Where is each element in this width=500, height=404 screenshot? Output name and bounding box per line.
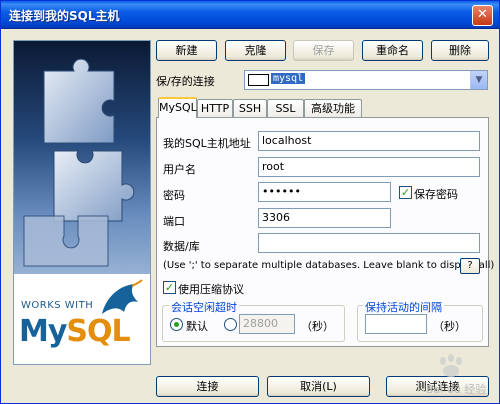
- saved-connection-value: mysql: [271, 73, 306, 84]
- host-label: 我的SQL主机地址: [163, 137, 251, 150]
- username-label: 用户名: [163, 163, 196, 176]
- mysql-logo: WORKS WITH MySQL: [14, 274, 150, 364]
- tab-http[interactable]: HTTP: [197, 99, 233, 118]
- tab-ssh[interactable]: SSH: [233, 99, 267, 118]
- keepalive-title: 保持活动的间隔: [363, 299, 444, 315]
- connection-dialog: 连接到我的SQL主机 ✕ WORKS WITH MySQL 新建 克隆 保存 重…: [0, 0, 500, 404]
- database-hint: (Use ';' to separate multiple databases.…: [163, 260, 495, 271]
- database-input[interactable]: [258, 233, 480, 253]
- puzzle-pieces-image: [23, 58, 135, 267]
- brand-sql: SQL: [66, 314, 130, 349]
- session-timeout-title: 会话空闲超时: [169, 299, 239, 315]
- color-swatch: [248, 74, 269, 86]
- save-button[interactable]: 保存: [293, 40, 354, 61]
- watermark-text: Bai du 经验: [426, 382, 486, 396]
- tab-mysql[interactable]: MySQL: [158, 97, 197, 118]
- compression-checkbox[interactable]: ✓: [163, 281, 176, 294]
- saved-connections-label: 保/存的连接: [156, 75, 215, 88]
- keepalive-unit: （秒）: [433, 320, 466, 333]
- cancel-button[interactable]: 取消(L): [267, 376, 370, 397]
- timeout-custom-input[interactable]: 28800: [239, 314, 295, 334]
- database-label: 数据/库: [163, 240, 200, 253]
- save-password-label: 保存密码: [414, 188, 458, 201]
- window-title: 连接到我的SQL主机: [9, 9, 120, 23]
- delete-button[interactable]: 删除: [431, 40, 489, 61]
- works-with-text: WORKS WITH: [21, 300, 94, 311]
- username-input[interactable]: root: [258, 157, 480, 177]
- host-input[interactable]: localhost: [258, 131, 480, 151]
- password-label: 密码: [163, 189, 185, 202]
- saved-connections-dropdown[interactable]: mysql ▼: [244, 70, 488, 90]
- keepalive-input[interactable]: [365, 314, 427, 334]
- close-button[interactable]: ✕: [472, 5, 493, 26]
- tab-panel-mysql: 我的SQL主机地址 localhost 用户名 root 密码 •••••• ✓…: [156, 117, 494, 347]
- connect-button[interactable]: 连接: [156, 376, 259, 397]
- timeout-default-radio[interactable]: [170, 318, 183, 331]
- compression-label: 使用压缩协议: [178, 283, 244, 296]
- help-button[interactable]: ?: [460, 258, 480, 274]
- password-input[interactable]: ••••••: [258, 182, 391, 202]
- chevron-down-icon[interactable]: ▼: [470, 71, 487, 89]
- save-password-checkbox[interactable]: ✓: [399, 186, 412, 199]
- tab-advanced[interactable]: 高级功能: [304, 99, 362, 118]
- title-bar[interactable]: 连接到我的SQL主机 ✕: [1, 1, 499, 29]
- port-label: 端口: [163, 215, 185, 228]
- brand-my: My: [19, 314, 67, 349]
- tab-ssl[interactable]: SSL: [267, 99, 304, 118]
- baidu-watermark: Bai du 经验: [426, 354, 486, 396]
- timeout-unit: （秒）: [301, 320, 334, 333]
- logo-panel: WORKS WITH MySQL: [13, 40, 151, 365]
- rename-button[interactable]: 重命名: [362, 40, 423, 61]
- new-button[interactable]: 新建: [156, 40, 217, 61]
- timeout-custom-radio[interactable]: [224, 318, 237, 331]
- port-input[interactable]: 3306: [258, 208, 391, 228]
- mysql-wordmark: MySQL: [19, 314, 131, 349]
- timeout-default-label: 默认: [186, 320, 208, 333]
- clone-button[interactable]: 克隆: [225, 40, 286, 61]
